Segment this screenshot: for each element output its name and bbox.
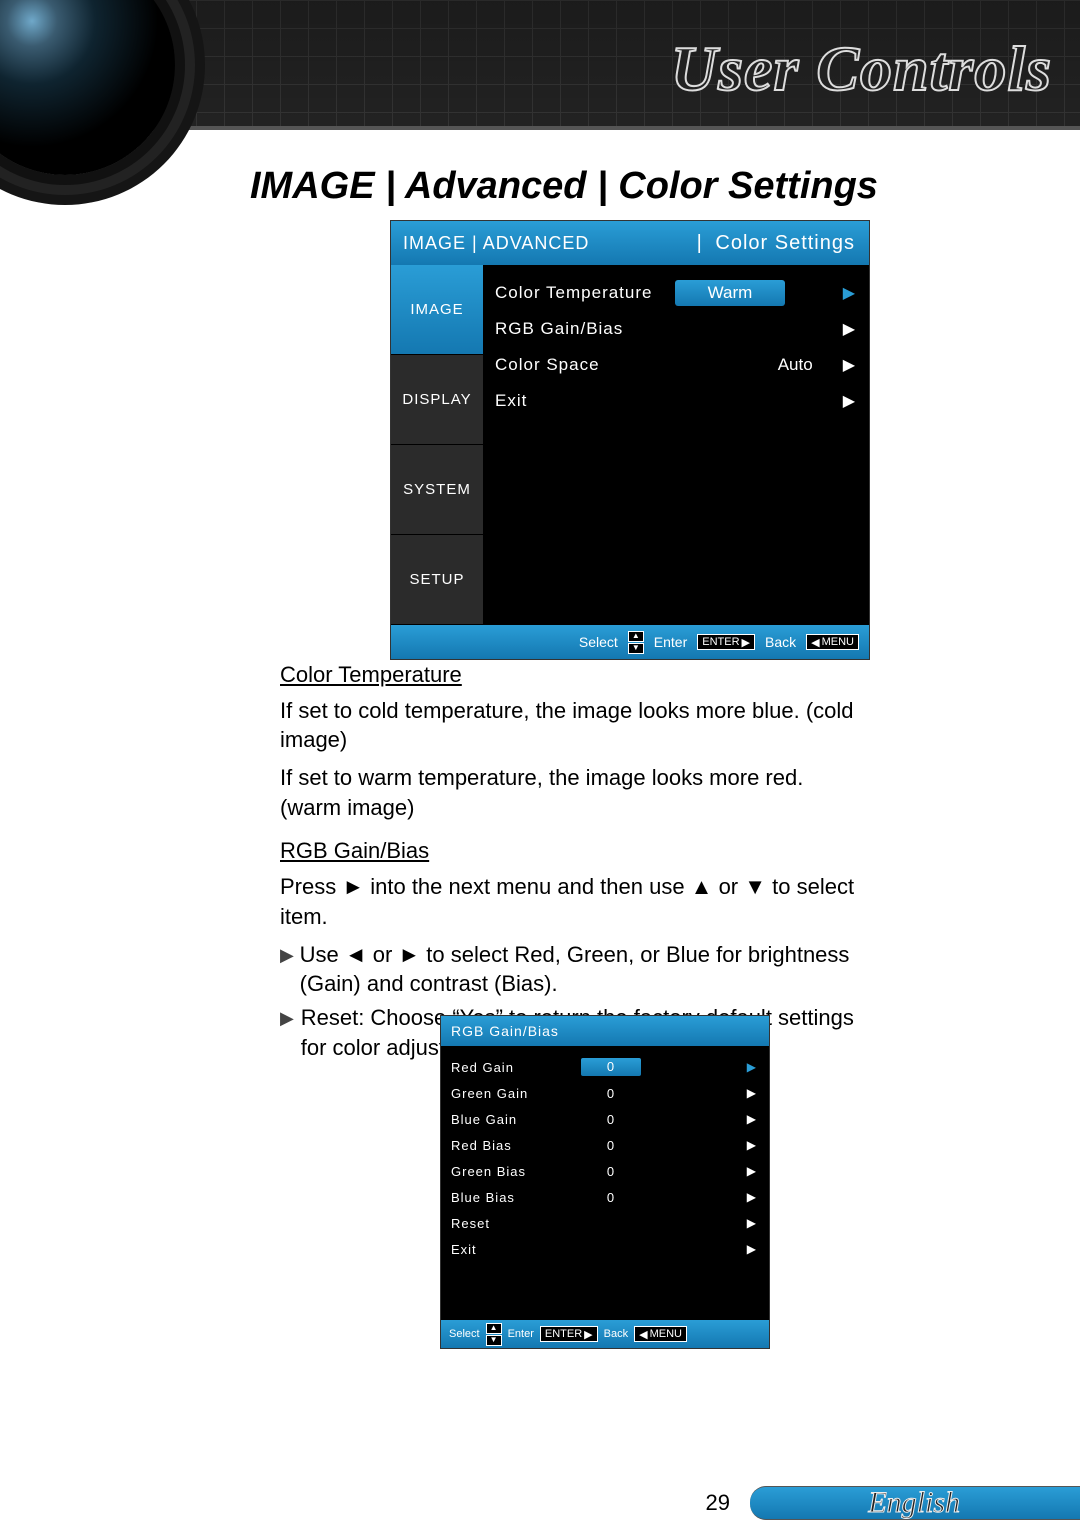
page-number: 29 (706, 1490, 730, 1516)
osd-header: IMAGE | ADVANCED Color Settings (391, 221, 869, 265)
osd-main-panel: IMAGE | ADVANCED Color Settings IMAGE DI… (390, 220, 870, 660)
osd-content: Color Temperature Warm ▶ RGB Gain/Bias ▶… (483, 265, 869, 625)
breadcrumb: IMAGE | Advanced | Color Settings (250, 165, 878, 208)
page-footer: 29 English (0, 1472, 1080, 1532)
chevron-right-icon: ▶ (843, 355, 855, 375)
section-heading-rgb-gain-bias: RGB Gain/Bias (280, 836, 870, 866)
osd-sub-row-blue-gain[interactable]: Blue Gain 0 ▶ (451, 1106, 763, 1132)
footer-select-label: Select (579, 634, 618, 650)
osd-tab-system[interactable]: SYSTEM (391, 445, 483, 535)
osd-sub-header: RGB Gain/Bias (441, 1016, 769, 1046)
footer-enter-label: Enter (508, 1328, 534, 1340)
body-text: Color Temperature If set to cold tempera… (280, 660, 870, 1062)
row-label: Green Gain (451, 1086, 581, 1101)
bullet-icon: ▶ (280, 940, 300, 999)
osd-sub-row-exit[interactable]: Exit ▶ (451, 1236, 763, 1262)
chevron-right-icon: ▶ (747, 1138, 757, 1152)
osd-row-color-space[interactable]: Color Space Auto ▶ (495, 347, 863, 383)
row-label: Green Bias (451, 1164, 581, 1179)
osd-row-label: Color Space (495, 355, 675, 375)
osd-sub-row-green-bias[interactable]: Green Bias 0 ▶ (451, 1158, 763, 1184)
row-value: 0 (581, 1086, 641, 1101)
osd-footer: Select ▲▼ Enter ENTER▶ Back ◀MENU (391, 625, 869, 659)
row-label: Red Gain (451, 1060, 581, 1075)
chevron-right-icon: ▶ (747, 1242, 757, 1256)
chevron-right-icon: ▶ (747, 1190, 757, 1204)
footer-enter-label: Enter (654, 634, 687, 650)
row-label: Reset (451, 1216, 581, 1231)
osd-sub-body: Red Gain 0 ▶ Green Gain 0 ▶ Blue Gain 0 … (441, 1046, 769, 1320)
updown-icon: ▲▼ (486, 1323, 502, 1346)
osd-row-value: Auto (778, 355, 813, 375)
chevron-right-icon: ▶ (843, 283, 855, 303)
paragraph: Press ► into the next menu and then use … (280, 872, 870, 931)
bullet-icon: ▶ (280, 1003, 301, 1062)
osd-row-label: RGB Gain/Bias (495, 319, 675, 339)
row-label: Red Bias (451, 1138, 581, 1153)
row-label: Blue Bias (451, 1190, 581, 1205)
header-title: User Controls (671, 32, 1052, 106)
osd-header-right: Color Settings (697, 232, 869, 255)
page-language: English (868, 1486, 960, 1520)
osd-sub-row-green-gain[interactable]: Green Gain 0 ▶ (451, 1080, 763, 1106)
osd-tab-setup[interactable]: SETUP (391, 535, 483, 625)
osd-sub-row-blue-bias[interactable]: Blue Bias 0 ▶ (451, 1184, 763, 1210)
osd-sub-row-red-gain[interactable]: Red Gain 0 ▶ (451, 1054, 763, 1080)
osd-row-color-temperature[interactable]: Color Temperature Warm ▶ (495, 275, 863, 311)
osd-header-left: IMAGE | ADVANCED (391, 233, 589, 254)
osd-row-exit[interactable]: Exit ▶ (495, 383, 863, 419)
row-label: Exit (451, 1242, 581, 1257)
chevron-right-icon: ▶ (747, 1216, 757, 1230)
enter-key-icon: ENTER▶ (697, 634, 755, 650)
row-value: 0 (581, 1138, 641, 1153)
osd-row-value: Warm (675, 280, 785, 306)
paragraph: If set to warm temperature, the image lo… (280, 763, 870, 822)
osd-tabs: IMAGE DISPLAY SYSTEM SETUP (391, 265, 483, 625)
osd-row-label: Exit (495, 391, 675, 411)
bullet-item: ▶ Use ◄ or ► to select Red, Green, or Bl… (280, 940, 870, 999)
osd-sub-footer: Select ▲▼ Enter ENTER▶ Back ◀MENU (441, 1320, 769, 1348)
footer-back-label: Back (604, 1328, 628, 1340)
footer-back-label: Back (765, 634, 796, 650)
page-header: User Controls (0, 0, 1080, 130)
row-value: 0 (581, 1058, 641, 1076)
menu-key-icon: ◀MENU (806, 634, 859, 650)
menu-key-icon: ◀MENU (634, 1326, 687, 1342)
osd-sub-row-reset[interactable]: Reset ▶ (451, 1210, 763, 1236)
chevron-right-icon: ▶ (747, 1060, 757, 1074)
osd-row-rgb-gain-bias[interactable]: RGB Gain/Bias ▶ (495, 311, 863, 347)
updown-icon: ▲▼ (628, 631, 644, 654)
chevron-right-icon: ▶ (843, 319, 855, 339)
row-label: Blue Gain (451, 1112, 581, 1127)
chevron-right-icon: ▶ (843, 391, 855, 411)
paragraph: If set to cold temperature, the image lo… (280, 696, 870, 755)
lens-graphic (0, 0, 175, 175)
enter-key-icon: ENTER▶ (540, 1326, 598, 1342)
osd-tab-image[interactable]: IMAGE (391, 265, 483, 355)
row-value: 0 (581, 1112, 641, 1127)
bullet-text: Use ◄ or ► to select Red, Green, or Blue… (300, 940, 870, 999)
row-value: 0 (581, 1164, 641, 1179)
osd-sub-row-red-bias[interactable]: Red Bias 0 ▶ (451, 1132, 763, 1158)
osd-row-label: Color Temperature (495, 283, 675, 303)
osd-tab-display[interactable]: DISPLAY (391, 355, 483, 445)
chevron-right-icon: ▶ (747, 1112, 757, 1126)
osd-sub-panel: RGB Gain/Bias Red Gain 0 ▶ Green Gain 0 … (440, 1015, 770, 1349)
section-heading-color-temperature: Color Temperature (280, 660, 870, 690)
chevron-right-icon: ▶ (747, 1164, 757, 1178)
footer-select-label: Select (449, 1328, 480, 1340)
chevron-right-icon: ▶ (747, 1086, 757, 1100)
row-value: 0 (581, 1190, 641, 1205)
